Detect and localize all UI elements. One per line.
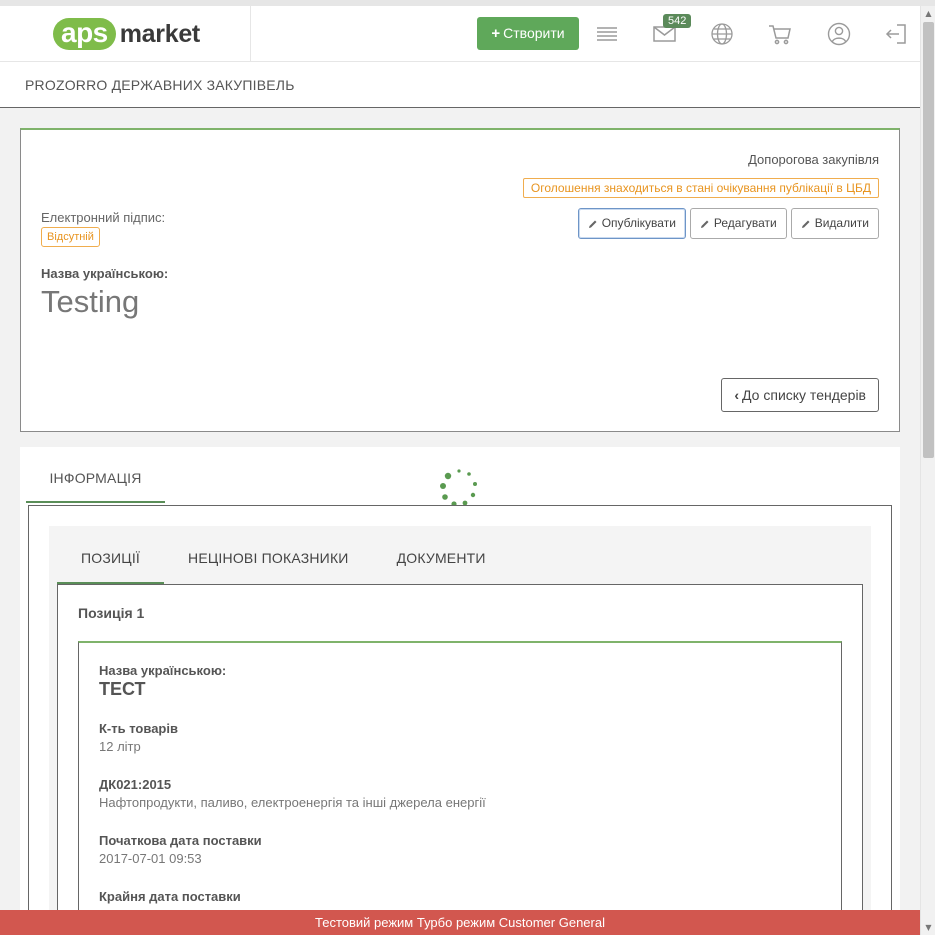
- item-classification-field: ДК021:2015 Нафтопродукти, паливо, електр…: [99, 777, 486, 810]
- scrollbar-thumb[interactable]: [923, 22, 934, 458]
- create-button-label: Створити: [503, 25, 565, 41]
- info-content-box: ПОЗИЦІЇ НЕЦІНОВІ ПОКАЗНИКИ ДОКУМЕНТИ Поз…: [28, 505, 892, 935]
- top-header: aps market + Створити 542: [0, 6, 920, 62]
- logo-badge: aps: [53, 18, 116, 50]
- create-button[interactable]: + Створити: [477, 17, 579, 50]
- tender-name-label: Назва українською:: [41, 266, 169, 281]
- logo-text: market: [119, 19, 201, 48]
- section-title: PROZORRO ДЕРЖАВНИХ ЗАКУПІВЕЛЬ: [25, 77, 295, 93]
- item-end-date-label: Крайня дата поставки: [99, 889, 241, 904]
- position-box: Позиція 1 Назва українською: ТЕСТ К-ть т…: [57, 584, 863, 935]
- tender-actions: Опублікувати Редагувати Видалити: [577, 208, 879, 239]
- item-end-date-field: Крайня дата поставки: [99, 889, 241, 904]
- item-quantity-label: К-ть товарів: [99, 721, 178, 736]
- item-quantity-value: 12 літр: [99, 739, 141, 754]
- esignature-label: Електронний підпис:: [41, 210, 166, 225]
- scroll-down-icon[interactable]: ▼: [921, 920, 935, 935]
- tab-positions[interactable]: ПОЗИЦІЇ: [57, 536, 165, 584]
- user-icon[interactable]: [826, 21, 852, 47]
- test-mode-footer: Тестовий режим Турбо режим Customer Gene…: [0, 910, 920, 935]
- logo-area: aps market: [0, 6, 251, 62]
- app-window: aps market + Створити 542 PROZORRO ДЕРЖАВ: [0, 6, 920, 935]
- pencil-icon: [588, 220, 597, 228]
- info-subtabs: ПОЗИЦІЇ НЕЦІНОВІ ПОКАЗНИКИ ДОКУМЕНТИ: [57, 536, 510, 584]
- scroll-up-icon[interactable]: ▲: [921, 6, 935, 21]
- plus-icon: +: [491, 25, 501, 42]
- globe-icon[interactable]: [709, 21, 735, 47]
- edit-button[interactable]: Редагувати: [689, 208, 787, 239]
- item-classification-label: ДК021:2015: [99, 777, 172, 792]
- item-quantity-field: К-ть товарів 12 літр: [99, 721, 178, 754]
- back-button-label: До списку тендерів: [742, 387, 866, 403]
- item-name-value: ТЕСТ: [99, 679, 146, 699]
- position-title: Позиція 1: [78, 605, 145, 621]
- section-header: PROZORRO ДЕРЖАВНИХ ЗАКУПІВЕЛЬ: [0, 62, 920, 108]
- chevron-left-icon: ‹: [734, 387, 740, 403]
- procurement-type: Допорогова закупівля: [748, 152, 879, 167]
- tab-documents[interactable]: ДОКУМЕНТИ: [373, 536, 510, 584]
- tender-name-value: Testing: [41, 284, 140, 319]
- item-start-date-value: 2017-07-01 09:53: [99, 851, 202, 866]
- status-badge: Оголошення знаходиться в стані очікуванн…: [522, 178, 879, 198]
- delete-button-label: Видалити: [814, 216, 869, 230]
- apsmarket-logo[interactable]: aps market: [53, 18, 200, 50]
- pencil-icon: [801, 220, 810, 228]
- info-section: ІНФОРМАЦІЯ ПОЗИЦІЇ НЕЦІНОВІ ПОКАЗНИКИ ДО…: [20, 447, 900, 935]
- loading-spinner-icon: [440, 469, 477, 507]
- item-start-date-label: Початкова дата поставки: [99, 833, 262, 848]
- tender-card: Допорогова закупівля Оголошення знаходит…: [20, 128, 900, 432]
- page-scrollbar[interactable]: ▲ ▼: [920, 6, 935, 935]
- tab-info[interactable]: ІНФОРМАЦІЯ: [26, 447, 165, 503]
- cart-icon[interactable]: [767, 21, 793, 47]
- menu-icon[interactable]: [594, 21, 620, 47]
- edit-button-label: Редагувати: [713, 216, 777, 230]
- logout-icon[interactable]: [883, 21, 909, 47]
- item-start-date-field: Початкова дата поставки 2017-07-01 09:53: [99, 833, 262, 866]
- publish-button-label: Опублікувати: [601, 216, 676, 230]
- item-name-label: Назва українською:: [99, 663, 227, 678]
- tab-nonprice-criteria[interactable]: НЕЦІНОВІ ПОКАЗНИКИ: [164, 536, 373, 584]
- delete-button[interactable]: Видалити: [790, 208, 879, 239]
- pencil-icon: [700, 220, 709, 228]
- item-card: Назва українською: ТЕСТ К-ть товарів 12 …: [78, 641, 842, 935]
- messages-count-badge: 542: [663, 14, 692, 28]
- item-classification-value: Нафтопродукти, паливо, електроенергія та…: [99, 795, 486, 810]
- positions-panel: ПОЗИЦІЇ НЕЦІНОВІ ПОКАЗНИКИ ДОКУМЕНТИ Поз…: [49, 526, 871, 935]
- item-name-field: Назва українською: ТЕСТ: [99, 663, 226, 700]
- back-to-tenders-button[interactable]: ‹ До списку тендерів: [721, 378, 879, 412]
- publish-button[interactable]: Опублікувати: [577, 208, 686, 239]
- esignature-status-badge: Відсутній: [41, 227, 100, 247]
